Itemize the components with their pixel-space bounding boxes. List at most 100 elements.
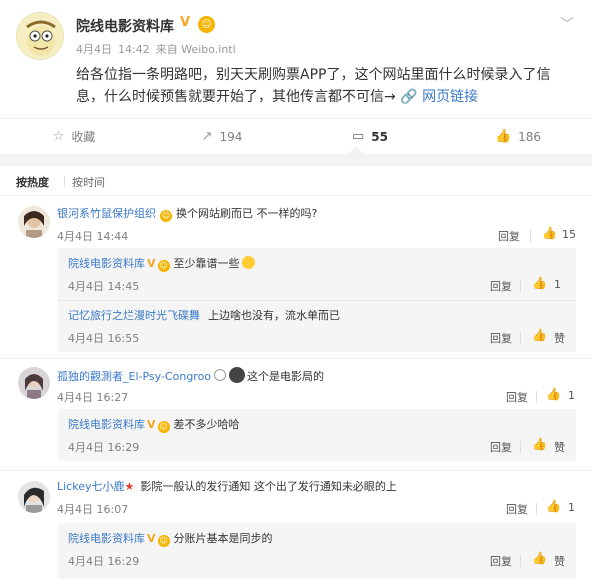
reply-item: 院线电影资料库 V ☺ 分账片基本是同步的 4月4日 16:29 回复 👍 赞 [58, 523, 576, 579]
comment-like-count: 15 [562, 228, 576, 241]
replier-name[interactable]: 院线电影资料库 [68, 532, 145, 545]
reply-time: 4月4日 16:29 [68, 553, 139, 569]
post-date: 4月4日 [76, 43, 112, 56]
comment-clock: 14:44 [96, 230, 129, 243]
commenter-avatar[interactable] [18, 481, 50, 513]
commenter-name[interactable]: Lickey七小鹿 [57, 480, 125, 493]
replier-name[interactable]: 院线电影资料库 [68, 257, 145, 270]
repost-button[interactable]: ↗ 194 [148, 119, 296, 154]
verified-badge-icon: V [147, 532, 156, 545]
sort-divider [64, 176, 65, 187]
reply-text: 分账片基本是同步的 [173, 532, 273, 545]
comment-text: 这个是电影局的 [247, 370, 325, 383]
comment-count: 55 [371, 129, 388, 144]
repost-count: 194 [219, 129, 243, 144]
reply-like-count: 赞 [554, 441, 565, 454]
comment-clock: 16:07 [96, 503, 129, 516]
action-divider [520, 441, 521, 453]
reply-button[interactable]: 回复 [506, 501, 528, 517]
thumbs-up-icon[interactable]: 👍 [532, 437, 547, 451]
star-badge-icon: ★ [124, 480, 135, 493]
reply-thread: 院线电影资料库 V ☺ 差不多少哈哈 4月4日 16:29 回复 👍 赞 [58, 409, 576, 461]
thumbs-up-icon[interactable]: 👍 [532, 328, 547, 342]
thumbs-up-icon[interactable]: 👍 [532, 276, 547, 290]
reply-date: 4月4日 [68, 441, 104, 454]
comment-line: Lickey七小鹿★ 影院一般认的发行通知 这个出了发行通知未必眼的上 [57, 479, 397, 495]
comment-line: 孤独的觀測者_El-Psy-Congroo 这个是电影局的 [57, 367, 324, 385]
member-badge-icon: ☺ [157, 535, 170, 547]
weibo-post: 院线电影资料库 V ☺ ﹀ 4月4日 14:42 来自 Weibo.intl 给各位… [0, 0, 592, 118]
reply-thread: 院线电影资料库 V ☺ 分账片基本是同步的 4月4日 16:29 回复 👍 赞 [58, 523, 576, 579]
reply-item: 院线电影资料库 V ☺ 差不多少哈哈 4月4日 16:29 回复 👍 赞 [58, 409, 576, 461]
comment-item: 孤独的觀測者_El-Psy-Congroo 这个是电影局的 4月4日 16:27 … [0, 359, 592, 471]
reply-line: 院线电影资料库 V ☺ 差不多少哈哈 [68, 417, 240, 433]
sort-by-time-tab[interactable]: 按时间 [72, 174, 105, 190]
comment-item: Lickey七小鹿★ 影院一般认的发行通知 这个出了发行通知未必眼的上 4月4日 … [0, 471, 592, 584]
author-name[interactable]: 院线电影资料库 [76, 16, 174, 36]
like-count: 186 [518, 129, 542, 144]
reply-time: 4月4日 14:45 [68, 278, 139, 294]
post-body: 给各位指一条明路吧，别天天刷购票APP了，这个网站里面什么时候录入了信息，什么时… [76, 67, 551, 105]
comment-date: 4月4日 [57, 391, 93, 404]
action-divider [520, 332, 521, 344]
reply-text: 差不多少哈哈 [173, 418, 240, 431]
post-text: 给各位指一条明路吧，别天天刷购票APP了，这个网站里面什么时候录入了信息，什么时… [76, 64, 576, 108]
thumbs-up-icon[interactable]: 👍 [546, 499, 561, 513]
comment-sort-bar: 按热度 按时间 [0, 166, 592, 196]
member-badge-icon: ☺ [157, 260, 170, 272]
reply-date: 4月4日 [68, 555, 104, 568]
link-icon: 🔗 [400, 89, 418, 105]
reply-text: 至少靠谱一些 [173, 257, 240, 270]
comment-date: 4月4日 [57, 503, 93, 516]
like-button[interactable]: 👍 186 [444, 119, 592, 154]
author-avatar[interactable] [16, 12, 64, 60]
reply-button[interactable]: 回复 [490, 439, 512, 455]
reply-button[interactable]: 回复 [506, 389, 528, 405]
comment-line: 银河系竹鼠保护组织 ☺ 换个网站刷而已 不一样的吗? [57, 206, 317, 222]
commenter-name[interactable]: 银河系竹鼠保护组织 [57, 207, 156, 220]
thumbs-up-icon[interactable]: 👍 [546, 387, 561, 401]
action-divider [536, 391, 537, 403]
action-divider [530, 230, 531, 242]
action-divider [520, 280, 521, 292]
commenter-avatar[interactable] [18, 367, 50, 399]
reply-thread: 院线电影资料库 V ☺ 至少靠谱一些 4月4日 14:45 回复 👍 1 记忆旅行之烂… [58, 248, 576, 352]
comment-text: 换个网站刷而已 不一样的吗? [176, 207, 318, 220]
comment-like-count: 1 [568, 501, 575, 514]
post-meta: 4月4日 14:42 来自 Weibo.intl [76, 41, 242, 57]
comment-time: 4月4日 16:07 [57, 501, 128, 517]
replier-name[interactable]: 院线电影资料库 [68, 418, 145, 431]
reply-button[interactable]: 回复 [490, 278, 512, 294]
action-divider [536, 503, 537, 515]
member-badge-icon: ☺ [157, 421, 170, 433]
smile-emoji-icon [241, 256, 255, 269]
comment-item: 银河系竹鼠保护组织 ☺ 换个网站刷而已 不一样的吗? 4月4日 14:44 回复 👍… [0, 196, 592, 352]
reply-clock: 14:45 [107, 280, 140, 293]
comment-date: 4月4日 [57, 230, 93, 243]
verified-badge-icon: V [147, 257, 156, 270]
comment-button[interactable]: ▭ 55 [296, 119, 444, 154]
sort-by-hot-tab[interactable]: 按热度 [16, 174, 49, 190]
reply-date: 4月4日 [68, 332, 104, 345]
verified-badge-icon: V [147, 418, 156, 431]
reply-item: 记忆旅行之烂漫时光飞碟舞 上边啥也没有，流水单而已 4月4日 16:55 回复 👍… [58, 300, 576, 352]
favorite-button[interactable]: ☆ 收藏 [0, 119, 148, 154]
comment-text: 影院一般认的发行通知 这个出了发行通知未必眼的上 [140, 480, 397, 493]
reply-line: 记忆旅行之烂漫时光飞碟舞 上边啥也没有，流水单而已 [68, 308, 340, 324]
reply-date: 4月4日 [68, 280, 104, 293]
reply-text: 上边啥也没有，流水单而已 [208, 309, 340, 322]
reply-button[interactable]: 回复 [490, 330, 512, 346]
star-icon: ☆ [52, 129, 65, 144]
reply-like-count: 1 [554, 278, 561, 291]
chevron-down-icon[interactable]: ﹀ [560, 14, 574, 34]
commenter-name[interactable]: 孤独的觀測者_El-Psy-Congroo [57, 370, 211, 383]
reply-button[interactable]: 回复 [498, 228, 520, 244]
commenter-avatar[interactable] [18, 206, 50, 238]
web-link[interactable]: 网页链接 [422, 89, 478, 105]
replier-name[interactable]: 记忆旅行之烂漫时光飞碟舞 [68, 309, 200, 322]
thumbs-up-icon[interactable]: 👍 [532, 551, 547, 565]
thumbs-up-icon[interactable]: 👍 [542, 226, 557, 240]
reply-button[interactable]: 回复 [490, 553, 512, 569]
comment-clock: 16:27 [96, 391, 129, 404]
comment-time: 4月4日 16:27 [57, 389, 128, 405]
